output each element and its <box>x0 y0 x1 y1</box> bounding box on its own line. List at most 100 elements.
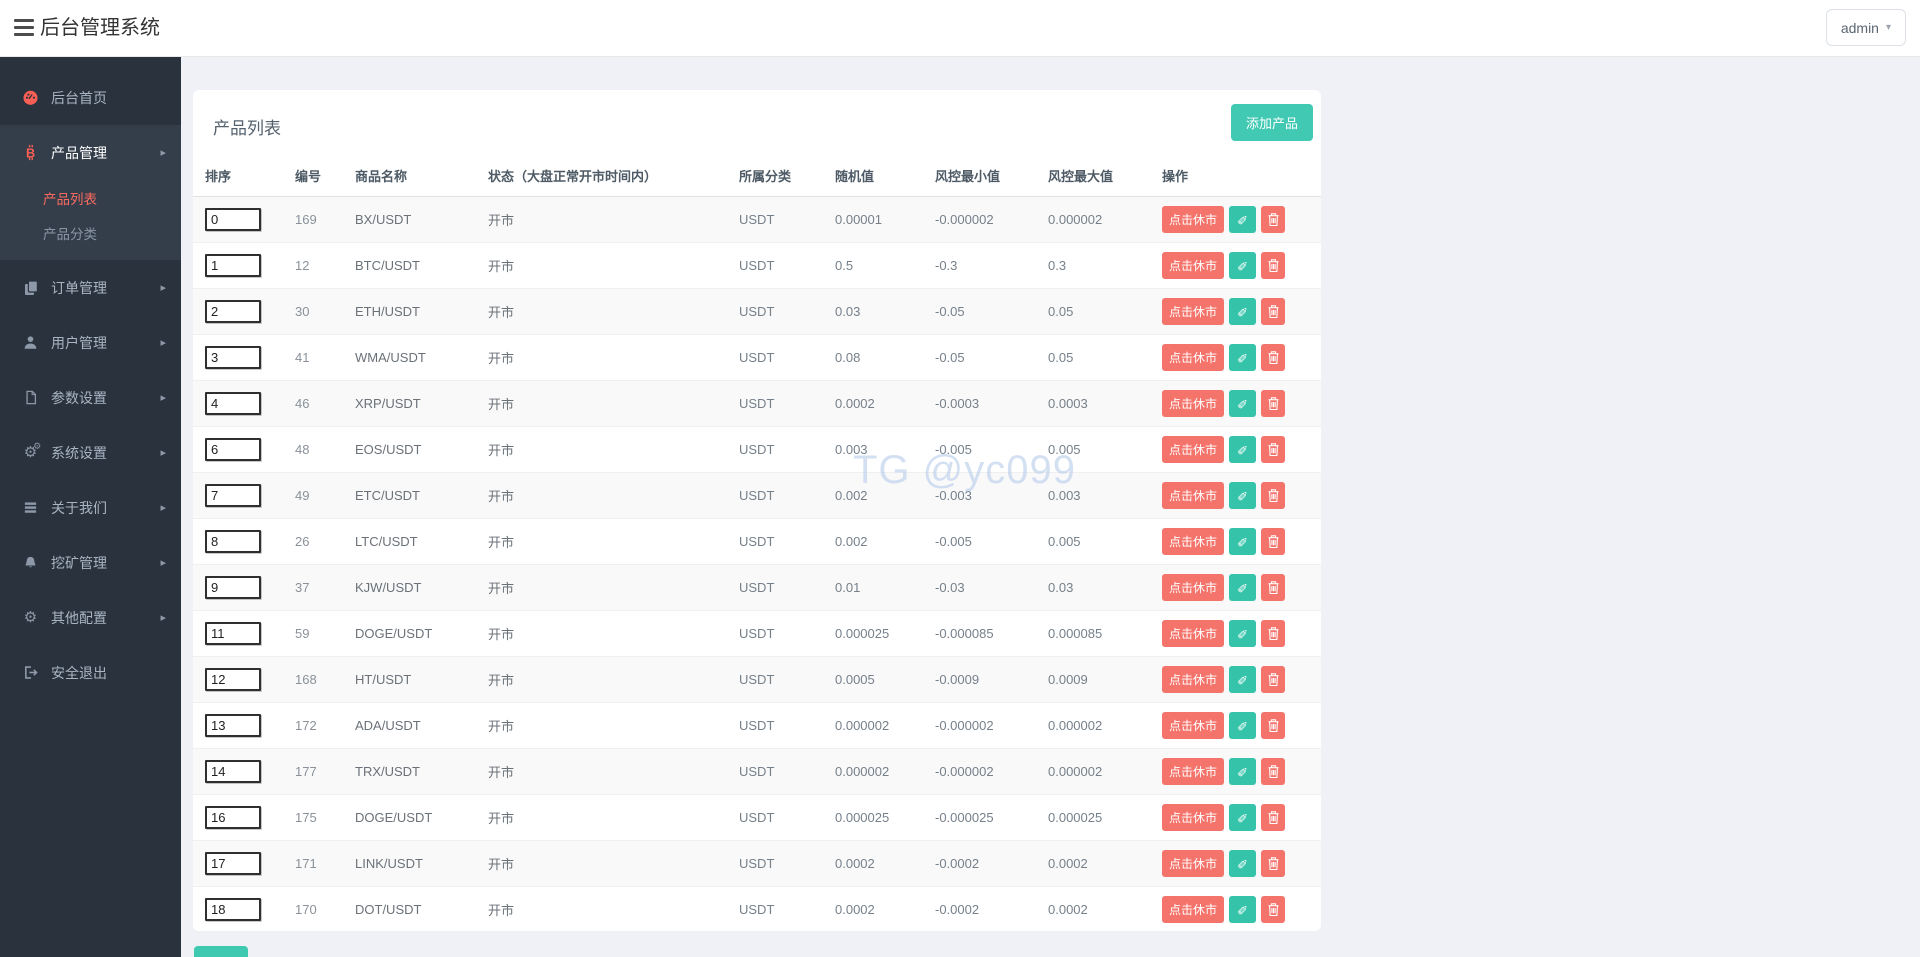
cell-id: 48 <box>295 441 310 457</box>
edit-button[interactable]: ✎ <box>1229 435 1257 463</box>
delete-button[interactable] <box>1261 757 1286 785</box>
close-market-button[interactable]: 点击休市 <box>1162 711 1225 739</box>
edit-button[interactable]: ✎ <box>1229 711 1257 739</box>
sort-input[interactable] <box>205 207 261 231</box>
edit-button[interactable]: ✎ <box>1229 849 1257 877</box>
sort-input[interactable] <box>205 483 261 507</box>
edit-button[interactable]: ✎ <box>1229 895 1257 923</box>
cell-risk_max: 0.000025 <box>1048 809 1103 825</box>
close-market-button[interactable]: 点击休市 <box>1162 619 1225 647</box>
cell-random: 0.000025 <box>835 809 890 825</box>
edit-button[interactable]: ✎ <box>1229 481 1257 509</box>
edit-button[interactable]: ✎ <box>1229 619 1257 647</box>
close-market-button[interactable]: 点击休市 <box>1162 665 1225 693</box>
admin-dropdown[interactable]: admin ▾ <box>1825 9 1906 46</box>
cell-status: 开市 <box>488 764 515 780</box>
delete-button[interactable] <box>1261 895 1286 923</box>
close-market-button[interactable]: 点击休市 <box>1162 481 1225 509</box>
sort-input[interactable] <box>205 391 261 415</box>
sort-input[interactable] <box>205 621 261 645</box>
delete-button[interactable] <box>1261 527 1286 555</box>
delete-button[interactable] <box>1261 435 1286 463</box>
edit-button[interactable]: ✎ <box>1229 803 1257 831</box>
sort-input[interactable] <box>205 575 261 599</box>
sort-input[interactable] <box>205 759 261 783</box>
sidebar-item-9[interactable]: 安全退出 <box>0 645 181 700</box>
close-market-button[interactable]: 点击休市 <box>1162 435 1225 463</box>
close-market-button[interactable]: 点击休市 <box>1162 389 1225 417</box>
sort-input[interactable] <box>205 805 261 829</box>
cell-random: 0.003 <box>835 441 868 457</box>
chevron-right-icon: ▸ <box>160 337 166 349</box>
edit-button[interactable]: ✎ <box>1229 343 1257 371</box>
cell-random: 0.00001 <box>835 211 882 227</box>
sort-input[interactable] <box>205 713 261 737</box>
delete-button[interactable] <box>1261 205 1286 233</box>
sidebar-item-3[interactable]: 用户管理 ▸ <box>0 315 181 370</box>
edit-button[interactable]: ✎ <box>1229 297 1257 325</box>
cell-risk_min: -0.005 <box>935 533 972 549</box>
sort-input[interactable] <box>205 851 261 875</box>
delete-button[interactable] <box>1261 297 1286 325</box>
hamburger-menu-icon[interactable] <box>14 19 34 37</box>
delete-button[interactable] <box>1261 665 1286 693</box>
sidebar-item-8[interactable]: ⚙ 其他配置 ▸ <box>0 590 181 645</box>
delete-button[interactable] <box>1261 389 1286 417</box>
delete-button[interactable] <box>1261 619 1286 647</box>
sort-input[interactable] <box>205 529 261 553</box>
sort-submit-button[interactable] <box>194 946 248 957</box>
edit-button[interactable]: ✎ <box>1229 205 1257 233</box>
sidebar-item-7[interactable]: 挖矿管理 ▸ <box>0 535 181 590</box>
edit-button[interactable]: ✎ <box>1229 389 1257 417</box>
delete-button[interactable] <box>1261 849 1286 877</box>
close-market-button[interactable]: 点击休市 <box>1162 527 1225 555</box>
cell-status: 开市 <box>488 442 515 458</box>
delete-button[interactable] <box>1261 711 1286 739</box>
cell-random: 0.0002 <box>835 855 875 871</box>
cell-id: 41 <box>295 349 310 365</box>
cell-risk_min: -0.000002 <box>935 763 994 779</box>
close-market-button[interactable]: 点击休市 <box>1162 573 1225 601</box>
sort-input[interactable] <box>205 299 261 323</box>
delete-button[interactable] <box>1261 251 1286 279</box>
close-market-button[interactable]: 点击休市 <box>1162 757 1225 785</box>
close-market-button[interactable]: 点击休市 <box>1162 849 1225 877</box>
sidebar-item-2[interactable]: 订单管理 ▸ <box>0 260 181 315</box>
cell-risk_max: 0.005 <box>1048 533 1081 549</box>
sort-input[interactable] <box>205 345 261 369</box>
close-market-button[interactable]: 点击休市 <box>1162 803 1225 831</box>
delete-button[interactable] <box>1261 573 1286 601</box>
delete-button[interactable] <box>1261 803 1286 831</box>
column-header: 风控最小值 <box>923 155 1036 197</box>
cell-risk_min: -0.0002 <box>935 901 980 917</box>
close-market-button[interactable]: 点击休市 <box>1162 343 1225 371</box>
sidebar-subitem-0[interactable]: 产品列表 <box>0 180 181 215</box>
edit-button[interactable]: ✎ <box>1229 573 1257 601</box>
sidebar-item-5[interactable]: ⚙ ⚙ 系统设置 ▸ <box>0 425 181 480</box>
sidebar-item-6[interactable]: 关于我们 ▸ <box>0 480 181 535</box>
sort-input[interactable] <box>205 667 261 691</box>
edit-button[interactable]: ✎ <box>1229 665 1257 693</box>
sort-input[interactable] <box>205 253 261 277</box>
sidebar-item-0[interactable]: 后台首页 <box>0 70 181 125</box>
sidebar-item-4[interactable]: 参数设置 ▸ <box>0 370 181 425</box>
delete-button[interactable] <box>1261 481 1286 509</box>
close-market-button[interactable]: 点击休市 <box>1162 251 1225 279</box>
cell-risk_max: 0.000085 <box>1048 625 1103 641</box>
cell-name: TRX/USDT <box>355 763 420 779</box>
edit-button[interactable]: ✎ <box>1229 251 1257 279</box>
close-market-button[interactable]: 点击休市 <box>1162 297 1225 325</box>
sort-input[interactable] <box>205 437 261 461</box>
add-product-button[interactable]: 添加产品 <box>1230 104 1313 141</box>
close-market-button[interactable]: 点击休市 <box>1162 895 1225 923</box>
sidebar-subitem-1[interactable]: 产品分类 <box>0 215 181 250</box>
close-market-button[interactable]: 点击休市 <box>1162 205 1225 233</box>
table-row: 49 ETC/USDT 开市 USDT 0.002 -0.003 0.003 点击休市✎ <box>193 472 1321 519</box>
sort-input[interactable] <box>205 897 261 921</box>
delete-button[interactable] <box>1261 343 1286 371</box>
cell-risk_min: -0.003 <box>935 487 972 503</box>
svg-text:B: B <box>26 146 35 160</box>
sidebar-item-1[interactable]: B 产品管理 ▸ <box>0 125 181 180</box>
edit-button[interactable]: ✎ <box>1229 527 1257 555</box>
edit-button[interactable]: ✎ <box>1229 757 1257 785</box>
